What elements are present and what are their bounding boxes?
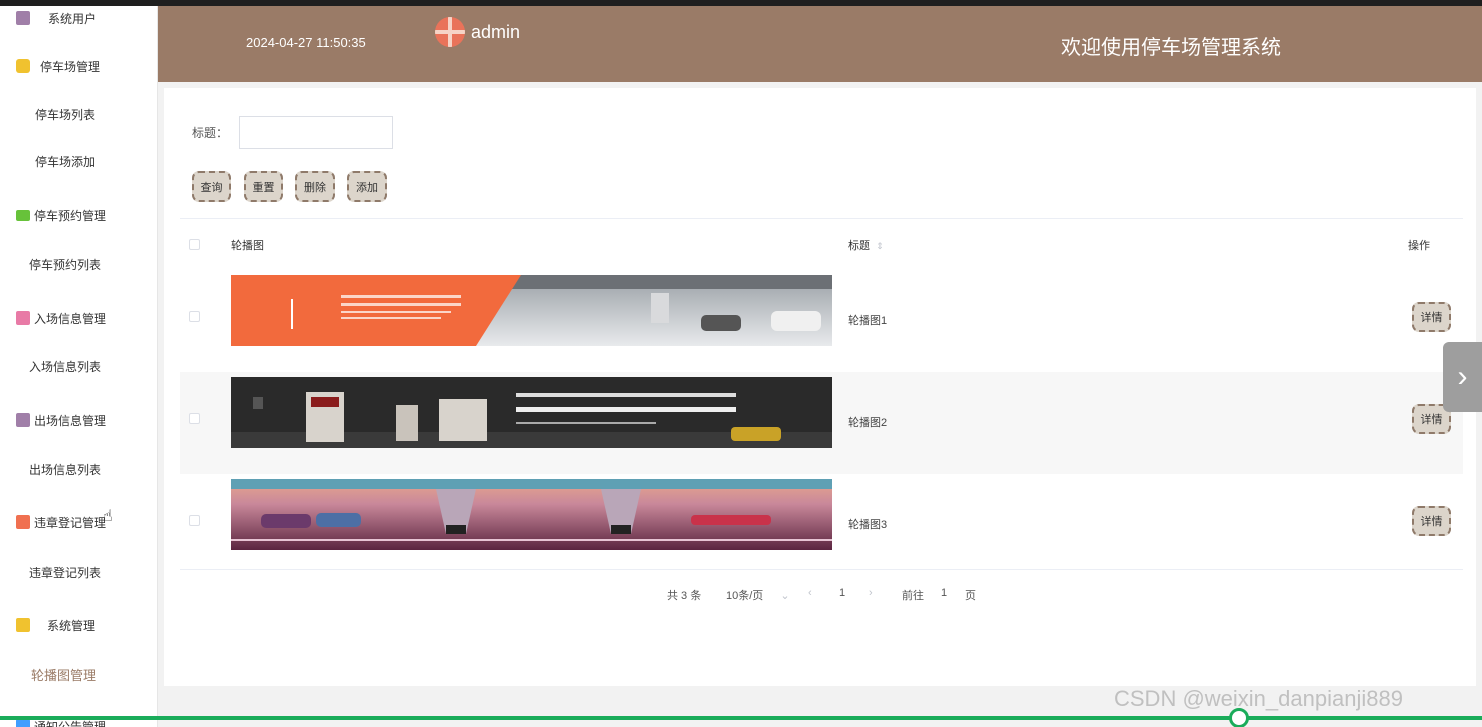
- title-search-input[interactable]: [239, 116, 393, 149]
- detail-button[interactable]: 详情: [1412, 506, 1451, 536]
- banner-2-image: [231, 377, 832, 448]
- carousel-image: [231, 479, 832, 550]
- column-header-title[interactable]: 标题 ⇕: [848, 237, 884, 253]
- avatar[interactable]: [435, 17, 465, 47]
- page-size-value: 10条/页: [726, 590, 764, 602]
- pagination-total: 共 3 条: [667, 590, 702, 602]
- column-header-image: 轮播图: [231, 240, 264, 252]
- submenu-label: 停车预约列表: [29, 257, 102, 272]
- chat-icon: [16, 209, 30, 221]
- carousel-table: 轮播图 标题 ⇕ 操作 轮播图1 详情 轮播图2 详情 轮播图3 详情: [180, 218, 1463, 570]
- table-row: 轮播图2 详情: [180, 372, 1463, 474]
- submenu-label: 出场信息列表: [29, 462, 102, 477]
- submenu-violation-list[interactable]: 违章登记列表: [0, 560, 157, 584]
- menu-parking-lot[interactable]: 停车场管理: [0, 54, 157, 78]
- submenu-label: 停车场添加: [35, 154, 96, 169]
- banner-3-image: [231, 479, 832, 550]
- prev-page-icon[interactable]: ‹: [808, 587, 812, 599]
- add-button[interactable]: 添加: [347, 171, 387, 202]
- current-page-number[interactable]: 1: [839, 587, 845, 599]
- next-page-icon[interactable]: ›: [869, 587, 873, 599]
- column-header-actions: 操作: [1408, 240, 1430, 252]
- top-header: 2024-04-27 11:50:35 admin 欢迎使用停车场管理系统: [158, 6, 1482, 82]
- title-filter-label: 标题：: [192, 126, 229, 140]
- chevron-right-icon[interactable]: ›: [1443, 342, 1482, 412]
- row-checkbox[interactable]: [189, 311, 200, 322]
- page-suffix: 页: [965, 590, 976, 602]
- menu-label: 系统管理: [47, 618, 96, 633]
- menu-system-users[interactable]: 系统用户: [0, 6, 157, 30]
- sidebar: 系统用户 停车场管理 停车场列表 停车场添加 停车预约管理 停车预约列表 入场信…: [0, 6, 158, 727]
- system-title: 欢迎使用停车场管理系统: [1061, 37, 1281, 59]
- submenu-label: 入场信息列表: [29, 359, 102, 374]
- menu-reservation[interactable]: 停车预约管理: [0, 203, 157, 227]
- submenu-label: 停车场列表: [35, 107, 96, 122]
- carousel-image: [231, 275, 832, 346]
- submenu-parking-lot-add[interactable]: 停车场添加: [0, 149, 157, 173]
- query-button[interactable]: 查询: [192, 171, 231, 202]
- submenu-label: 违章登记列表: [29, 565, 102, 580]
- page-size-select[interactable]: 10条/页 ⌄: [726, 587, 790, 603]
- table-row: 轮播图3 详情: [180, 474, 1463, 576]
- progress-handle[interactable]: [1229, 708, 1249, 727]
- user-icon: [16, 413, 30, 427]
- submenu-exit-list[interactable]: 出场信息列表: [0, 457, 157, 481]
- submenu-entry-list[interactable]: 入场信息列表: [0, 354, 157, 378]
- submenu-reservation-list[interactable]: 停车预约列表: [0, 252, 157, 276]
- menu-label: 出场信息管理: [34, 413, 107, 428]
- goto-label: 前往: [902, 590, 924, 602]
- menu-system-management[interactable]: 系统管理: [0, 613, 157, 637]
- table-row: 轮播图1 详情: [180, 270, 1463, 372]
- goto-page-input[interactable]: 1: [941, 587, 947, 599]
- grid-icon: [16, 515, 30, 529]
- submenu-label: 轮播图管理: [31, 667, 97, 683]
- carousel-image: [231, 377, 832, 448]
- badge-icon: [16, 311, 30, 325]
- main-content: 标题： 查询 重置 删除 添加 轮播图 标题 ⇕ 操作 轮播图1 详情 轮播图2…: [164, 88, 1476, 686]
- row-title: 轮播图3: [848, 519, 888, 531]
- banner-1-image: [231, 275, 832, 346]
- menu-violation[interactable]: 违章登记管理: [0, 510, 157, 534]
- menu-label: 系统用户: [48, 11, 97, 26]
- row-title: 轮播图2: [848, 417, 888, 429]
- video-progress-bar[interactable]: [0, 716, 1482, 720]
- menu-label: 入场信息管理: [34, 311, 107, 326]
- select-all-checkbox[interactable]: [189, 239, 200, 250]
- cube-icon: [16, 59, 30, 73]
- mouse-cursor-icon: ☝: [103, 508, 113, 525]
- cube-icon: [16, 618, 30, 632]
- submenu-carousel-management[interactable]: 轮播图管理: [0, 662, 157, 686]
- watermark: CSDN @weixin_danpianji889: [1114, 686, 1403, 711]
- menu-label: 停车场管理: [40, 59, 101, 74]
- row-checkbox[interactable]: [189, 413, 200, 424]
- menu-label: 停车预约管理: [34, 208, 107, 223]
- delete-button[interactable]: 删除: [295, 171, 335, 202]
- username[interactable]: admin: [471, 22, 520, 43]
- detail-button[interactable]: 详情: [1412, 302, 1451, 332]
- column-header-title-label: 标题: [848, 240, 870, 252]
- user-icon: [16, 11, 30, 25]
- menu-exit-info[interactable]: 出场信息管理: [0, 408, 157, 432]
- reset-button[interactable]: 重置: [244, 171, 283, 202]
- submenu-parking-lot-list[interactable]: 停车场列表: [0, 102, 157, 126]
- menu-entry-info[interactable]: 入场信息管理: [0, 306, 157, 330]
- row-title: 轮播图1: [848, 315, 888, 327]
- menu-label: 违章登记管理: [34, 515, 107, 530]
- row-checkbox[interactable]: [189, 515, 200, 526]
- chevron-down-icon: ⌄: [780, 590, 790, 602]
- sort-icon[interactable]: ⇕: [876, 241, 884, 251]
- current-datetime: 2024-04-27 11:50:35: [246, 35, 366, 50]
- star-icon: [16, 719, 30, 727]
